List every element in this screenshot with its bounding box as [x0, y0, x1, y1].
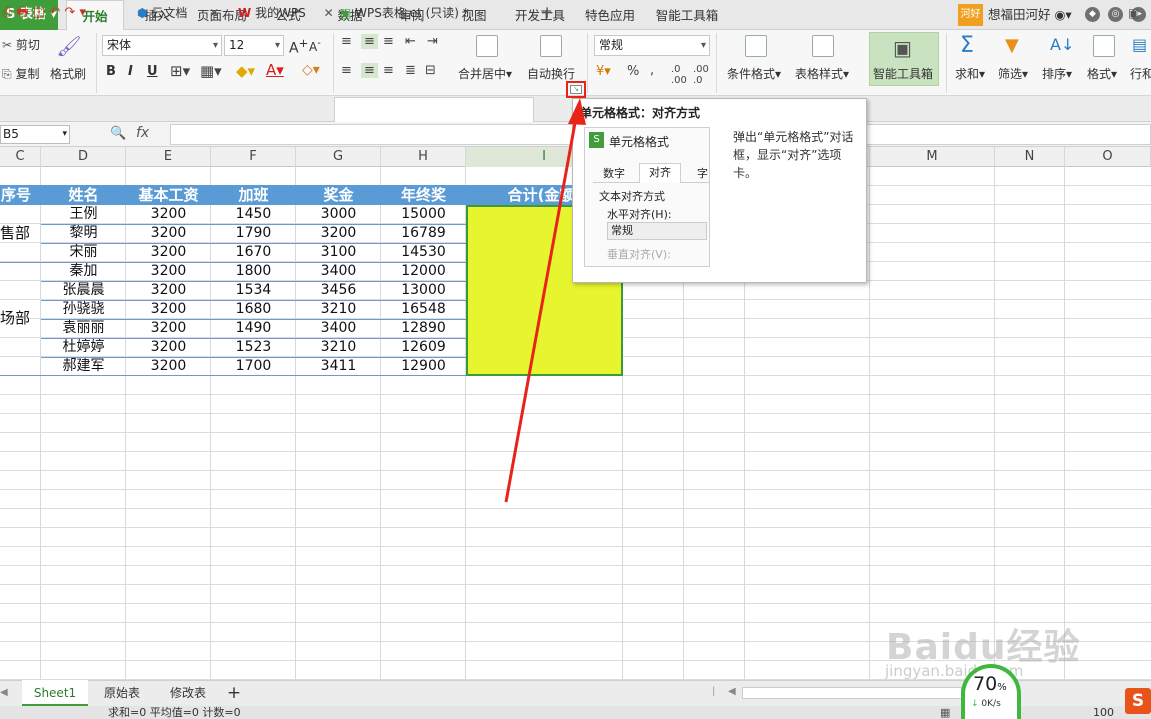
- sheet-tab[interactable]: 修改表: [156, 680, 220, 706]
- sheet-tab[interactable]: 原始表: [90, 680, 154, 706]
- scroll-split-icon[interactable]: |: [712, 686, 718, 700]
- zoom-level[interactable]: 100: [1093, 707, 1114, 719]
- view-mode-icons[interactable]: ▦: [940, 706, 950, 719]
- annotation-arrow: [504, 98, 586, 503]
- status-stats: 求和=0 平均值=0 计数=0: [108, 706, 241, 719]
- sheet-tab-active[interactable]: Sheet1: [22, 680, 88, 706]
- sheet-nav-icon[interactable]: ◀: [0, 680, 18, 706]
- speed-rate: ↓ 0K/s: [971, 699, 1001, 709]
- scroll-left-icon[interactable]: ◀: [728, 686, 736, 697]
- sogou-ime-icon[interactable]: S: [1125, 688, 1151, 714]
- speed-percent: 70%: [973, 673, 1007, 695]
- arrow-down-icon: ↓: [971, 699, 979, 709]
- speed-percent-value: 70: [973, 673, 998, 695]
- horizontal-scrollbar[interactable]: [742, 687, 962, 699]
- add-sheet-button[interactable]: +: [224, 680, 244, 706]
- speed-rate-value: 0K/s: [981, 699, 1001, 709]
